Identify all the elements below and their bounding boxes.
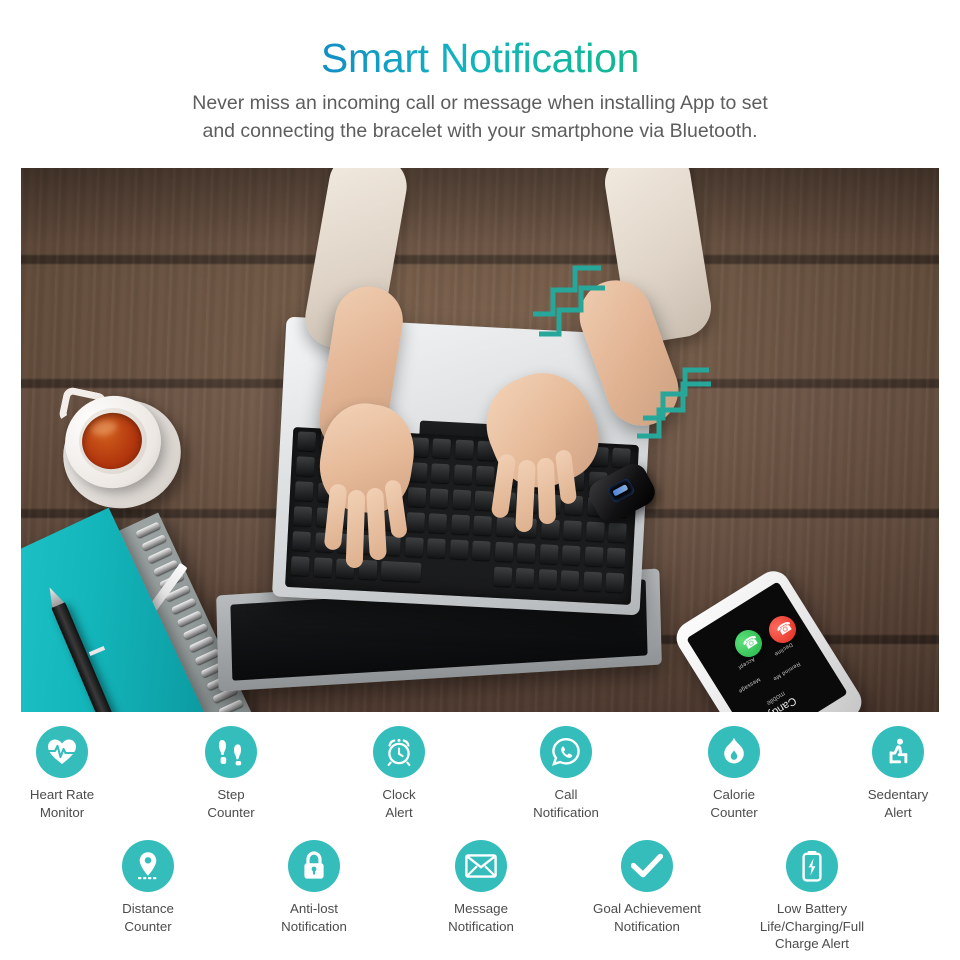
right-finger-3 xyxy=(536,457,557,525)
call-bubble-icon xyxy=(540,726,592,778)
sedentary-person-icon xyxy=(872,726,924,778)
header-section: Smart Notification Never miss an incomin… xyxy=(0,0,960,168)
feature-label: Goal Achievement Notification xyxy=(585,900,709,935)
padlock-icon xyxy=(288,840,340,892)
phone-decline-icon: ☎ xyxy=(773,617,796,639)
feature-label: Heart Rate Monitor xyxy=(0,786,124,821)
label-line: Goal Achievement xyxy=(593,901,701,916)
subtitle-line-1: Never miss an incoming call or message w… xyxy=(192,92,768,114)
map-pin-icon xyxy=(122,840,174,892)
feature-label: Step Counter xyxy=(169,786,293,821)
label-line: Clock xyxy=(382,787,416,802)
features-section: Heart Rate Monitor Step Counter Clock Al… xyxy=(0,712,960,960)
feature-low-battery-alert[interactable]: Low Battery Life/Charging/Full Charge Al… xyxy=(750,840,874,953)
label-line: Calorie xyxy=(712,787,756,802)
vibration-lines-lower xyxy=(631,362,717,444)
alarm-clock-icon xyxy=(373,726,425,778)
feature-message-notification[interactable]: Message Notification xyxy=(419,840,543,935)
label-line: Sedentary xyxy=(867,787,929,802)
feature-label: Call Notification xyxy=(504,786,628,821)
label-line: Heart Rate xyxy=(29,787,95,802)
label-line: Call xyxy=(554,787,578,802)
feature-step-counter[interactable]: Step Counter xyxy=(169,726,293,821)
feature-label: Low Battery Life/Charging/Full Charge Al… xyxy=(750,900,874,953)
checkmark-icon xyxy=(621,840,673,892)
label-line: Step xyxy=(217,787,245,802)
envelope-icon xyxy=(455,840,507,892)
label-line: Counter xyxy=(207,804,255,820)
feature-label: Sedentary Alert xyxy=(836,786,960,821)
label-line: Low Battery xyxy=(776,901,848,916)
feature-sedentary-alert[interactable]: Sedentary Alert xyxy=(836,726,960,821)
label-line: Anti-lost xyxy=(289,901,339,916)
flame-icon xyxy=(708,726,760,778)
footsteps-icon xyxy=(205,726,257,778)
feature-label: Message Notification xyxy=(419,900,543,935)
feature-heart-rate-monitor[interactable]: Heart Rate Monitor xyxy=(0,726,124,821)
label-line: Notification xyxy=(533,804,599,820)
left-finger-2 xyxy=(345,489,366,569)
label-line: Monitor xyxy=(39,804,85,820)
feature-call-notification[interactable]: Call Notification xyxy=(504,726,628,821)
page-title: Smart Notification xyxy=(0,35,960,81)
feature-goal-achievement-notification[interactable]: Goal Achievement Notification xyxy=(585,840,709,935)
label-line: Alert xyxy=(884,804,912,820)
feature-clock-alert[interactable]: Clock Alert xyxy=(337,726,461,821)
subtitle-line-2: and connecting the bracelet with your sm… xyxy=(202,119,758,142)
feature-label: Clock Alert xyxy=(337,786,461,821)
label-line: Message xyxy=(454,901,508,916)
feature-label: Distance Counter xyxy=(86,900,210,935)
feature-anti-lost-notification[interactable]: Anti-lost Notification xyxy=(252,840,376,935)
label-line: Notification xyxy=(448,918,514,934)
vibration-lines-upper xyxy=(529,260,609,338)
label-line: Life/Charging/Full xyxy=(759,918,865,934)
label-line: Notification xyxy=(614,918,680,934)
feature-label: Calorie Counter xyxy=(672,786,796,821)
label-line: Counter xyxy=(124,918,172,934)
heart-rate-icon xyxy=(36,726,88,778)
hero-photo: ☎ ☎ Accept Decline Message Remind Me Can… xyxy=(21,168,939,712)
label-line: Distance xyxy=(122,901,174,916)
label-line: Notification xyxy=(281,918,347,934)
phone-handset-icon: ☎ xyxy=(739,631,762,653)
battery-icon xyxy=(786,840,838,892)
label-line: Counter xyxy=(710,804,758,820)
page-subtitle: Never miss an incoming call or message w… xyxy=(0,90,960,145)
feature-label: Anti-lost Notification xyxy=(252,900,376,935)
feature-calorie-counter[interactable]: Calorie Counter xyxy=(672,726,796,821)
feature-distance-counter[interactable]: Distance Counter xyxy=(86,840,210,935)
product-feature-page: Smart Notification Never miss an incomin… xyxy=(0,0,960,960)
label-line: Alert xyxy=(385,804,413,820)
label-line: Charge Alert xyxy=(775,936,849,952)
